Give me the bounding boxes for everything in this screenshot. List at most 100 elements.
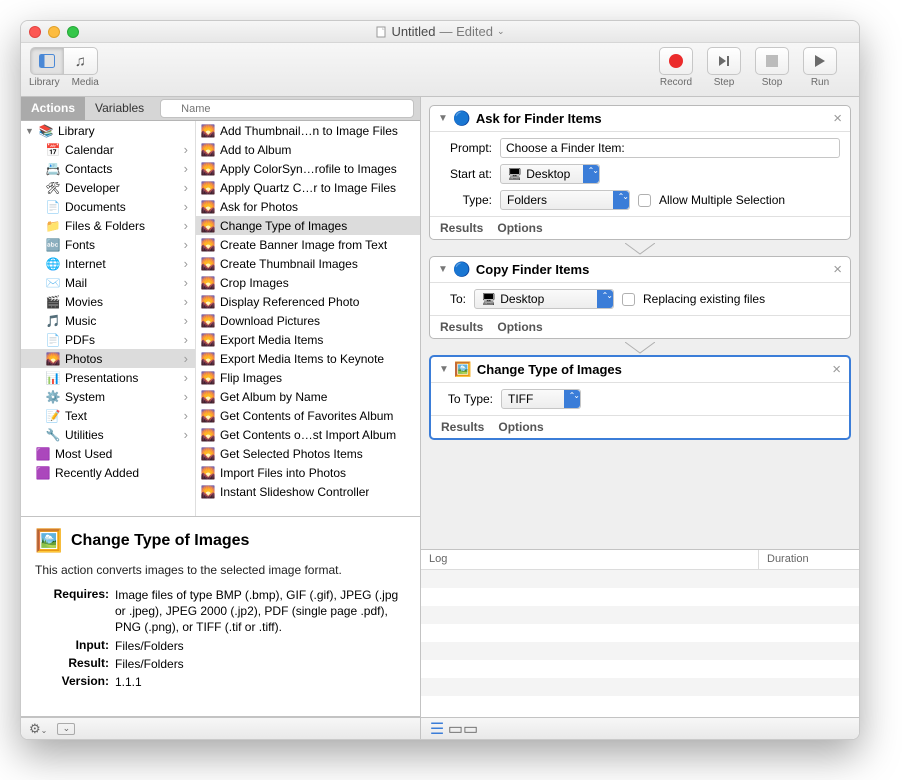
record-label: Record bbox=[660, 77, 692, 88]
library-item[interactable]: 🔤Fonts bbox=[21, 235, 195, 254]
library-item[interactable]: ⚙️System bbox=[21, 387, 195, 406]
log-col-duration[interactable]: Duration bbox=[759, 550, 859, 569]
library-categories[interactable]: ▼📚Library📅Calendar📇Contacts🛠Developer📄Do… bbox=[21, 121, 196, 516]
results-tab[interactable]: Results bbox=[441, 420, 484, 434]
wf-card-ask-finder[interactable]: ▼ 🔵 Ask for Finder Items × Prompt: Start… bbox=[429, 105, 851, 240]
log-col-log[interactable]: Log bbox=[421, 550, 759, 569]
action-item[interactable]: 🌄Apply Quartz C…r to Image Files bbox=[196, 178, 420, 197]
document-state: — Edited bbox=[440, 24, 493, 39]
action-item[interactable]: 🌄Import Files into Photos bbox=[196, 463, 420, 482]
action-info-icon: 🖼️ bbox=[35, 527, 63, 555]
log-pane: Log Duration ☰ ▭▭ bbox=[421, 549, 859, 739]
sidebar-icon bbox=[39, 54, 55, 68]
action-item[interactable]: 🌄Crop Images bbox=[196, 273, 420, 292]
wf-card-copy-finder[interactable]: ▼ 🔵 Copy Finder Items × To: 🖥Desktop Rep… bbox=[429, 256, 851, 339]
disclosure-icon[interactable]: ▼ bbox=[439, 364, 449, 375]
action-item[interactable]: 🌄Get Contents o…st Import Album bbox=[196, 425, 420, 444]
totype-select[interactable]: TIFF bbox=[501, 389, 581, 409]
library-item[interactable]: 🔧Utilities bbox=[21, 425, 195, 444]
action-item[interactable]: 🌄Get Selected Photos Items bbox=[196, 444, 420, 463]
library-item[interactable]: 📅Calendar bbox=[21, 140, 195, 159]
stop-button[interactable] bbox=[755, 47, 789, 75]
library-item[interactable]: 🌄Photos bbox=[21, 349, 195, 368]
action-item[interactable]: 🌄Change Type of Images bbox=[196, 216, 420, 235]
startat-select[interactable]: 🖥Desktop bbox=[500, 164, 600, 184]
action-item[interactable]: 🌄Add to Album bbox=[196, 140, 420, 159]
action-item[interactable]: 🌄Create Banner Image from Text bbox=[196, 235, 420, 254]
library-item[interactable]: 📇Contacts bbox=[21, 159, 195, 178]
wf-title: Copy Finder Items bbox=[476, 262, 827, 277]
window-controls bbox=[29, 26, 79, 38]
library-item[interactable]: 📄Documents bbox=[21, 197, 195, 216]
options-tab[interactable]: Options bbox=[497, 320, 542, 334]
results-tab[interactable]: Results bbox=[440, 221, 483, 235]
record-button[interactable] bbox=[659, 47, 693, 75]
gear-menu-icon[interactable]: ⚙︎⌄ bbox=[29, 721, 47, 737]
allow-multiple-checkbox[interactable] bbox=[638, 194, 651, 207]
disclosure-icon[interactable]: ▼ bbox=[438, 264, 448, 275]
close-icon[interactable]: × bbox=[832, 361, 841, 378]
action-item[interactable]: 🌄Apply ColorSyn…rofile to Images bbox=[196, 159, 420, 178]
log-rows bbox=[421, 570, 859, 717]
prompt-input[interactable] bbox=[500, 138, 840, 158]
totype-label: To Type: bbox=[441, 392, 493, 406]
title-chevron-icon[interactable]: ⌄ bbox=[497, 26, 505, 37]
library-smart-item[interactable]: 🟪Recently Added bbox=[21, 463, 195, 482]
action-item[interactable]: 🌄Export Media Items to Keynote bbox=[196, 349, 420, 368]
minimize-window-button[interactable] bbox=[48, 26, 60, 38]
library-item[interactable]: 🌐Internet bbox=[21, 254, 195, 273]
library-item[interactable]: 📊Presentations bbox=[21, 368, 195, 387]
wf-card-change-type[interactable]: ▼ 🖼️ Change Type of Images × To Type: TI… bbox=[429, 355, 851, 440]
library-item[interactable]: 📝Text bbox=[21, 406, 195, 425]
action-item[interactable]: 🌄Create Thumbnail Images bbox=[196, 254, 420, 273]
action-item[interactable]: 🌄Export Media Items bbox=[196, 330, 420, 349]
zoom-window-button[interactable] bbox=[67, 26, 79, 38]
library-item[interactable]: 📄PDFs bbox=[21, 330, 195, 349]
toolbar: ♫ Library Media Record Step Stop bbox=[21, 43, 859, 97]
action-item[interactable]: 🌄Ask for Photos bbox=[196, 197, 420, 216]
action-item[interactable]: 🌄Get Album by Name bbox=[196, 387, 420, 406]
actions-list[interactable]: 🌄Add Thumbnail…n to Image Files🌄Add to A… bbox=[196, 121, 420, 516]
library-item[interactable]: 📁Files & Folders bbox=[21, 216, 195, 235]
close-icon[interactable]: × bbox=[833, 261, 842, 278]
library-smart-item[interactable]: 🟪Most Used bbox=[21, 444, 195, 463]
step-button[interactable] bbox=[707, 47, 741, 75]
step-icon bbox=[717, 54, 731, 68]
close-window-button[interactable] bbox=[29, 26, 41, 38]
library-item[interactable]: 🎵Music bbox=[21, 311, 195, 330]
action-item[interactable]: 🌄Add Thumbnail…n to Image Files bbox=[196, 121, 420, 140]
tab-actions[interactable]: Actions bbox=[21, 97, 85, 120]
library-item[interactable]: 🎬Movies bbox=[21, 292, 195, 311]
info-input-val: Files/Folders bbox=[115, 638, 406, 654]
action-item[interactable]: 🌄Download Pictures bbox=[196, 311, 420, 330]
replace-checkbox[interactable] bbox=[622, 293, 635, 306]
close-icon[interactable]: × bbox=[833, 110, 842, 127]
action-item[interactable]: 🌄Flip Images bbox=[196, 368, 420, 387]
action-item[interactable]: 🌄Display Referenced Photo bbox=[196, 292, 420, 311]
grid-view-icon[interactable]: ▭▭ bbox=[455, 723, 471, 735]
to-select[interactable]: 🖥Desktop bbox=[474, 289, 614, 309]
collapse-icon[interactable]: ⌄ bbox=[57, 723, 75, 735]
run-button[interactable] bbox=[803, 47, 837, 75]
options-tab[interactable]: Options bbox=[497, 221, 542, 235]
action-info-title: Change Type of Images bbox=[71, 532, 249, 550]
list-view-icon[interactable]: ☰ bbox=[429, 723, 445, 735]
type-select[interactable]: Folders bbox=[500, 190, 630, 210]
library-item[interactable]: ✉️Mail bbox=[21, 273, 195, 292]
media-button[interactable]: ♫ bbox=[64, 47, 98, 75]
replace-label: Replacing existing files bbox=[643, 292, 765, 306]
results-tab[interactable]: Results bbox=[440, 320, 483, 334]
disclosure-icon[interactable]: ▼ bbox=[438, 113, 448, 124]
action-item[interactable]: 🌄Instant Slideshow Controller bbox=[196, 482, 420, 501]
search-input[interactable] bbox=[160, 99, 414, 118]
action-item[interactable]: 🌄Get Contents of Favorites Album bbox=[196, 406, 420, 425]
options-tab[interactable]: Options bbox=[498, 420, 543, 434]
tab-variables[interactable]: Variables bbox=[85, 97, 154, 120]
finder-icon: 🔵 bbox=[454, 111, 470, 127]
library-root[interactable]: ▼📚Library bbox=[21, 121, 195, 140]
action-info: 🖼️ Change Type of Images This action con… bbox=[21, 517, 420, 717]
workflow-canvas[interactable]: ▼ 🔵 Ask for Finder Items × Prompt: Start… bbox=[421, 97, 859, 549]
library-label: Library bbox=[29, 77, 60, 88]
library-item[interactable]: 🛠Developer bbox=[21, 178, 195, 197]
library-button[interactable] bbox=[30, 47, 64, 75]
